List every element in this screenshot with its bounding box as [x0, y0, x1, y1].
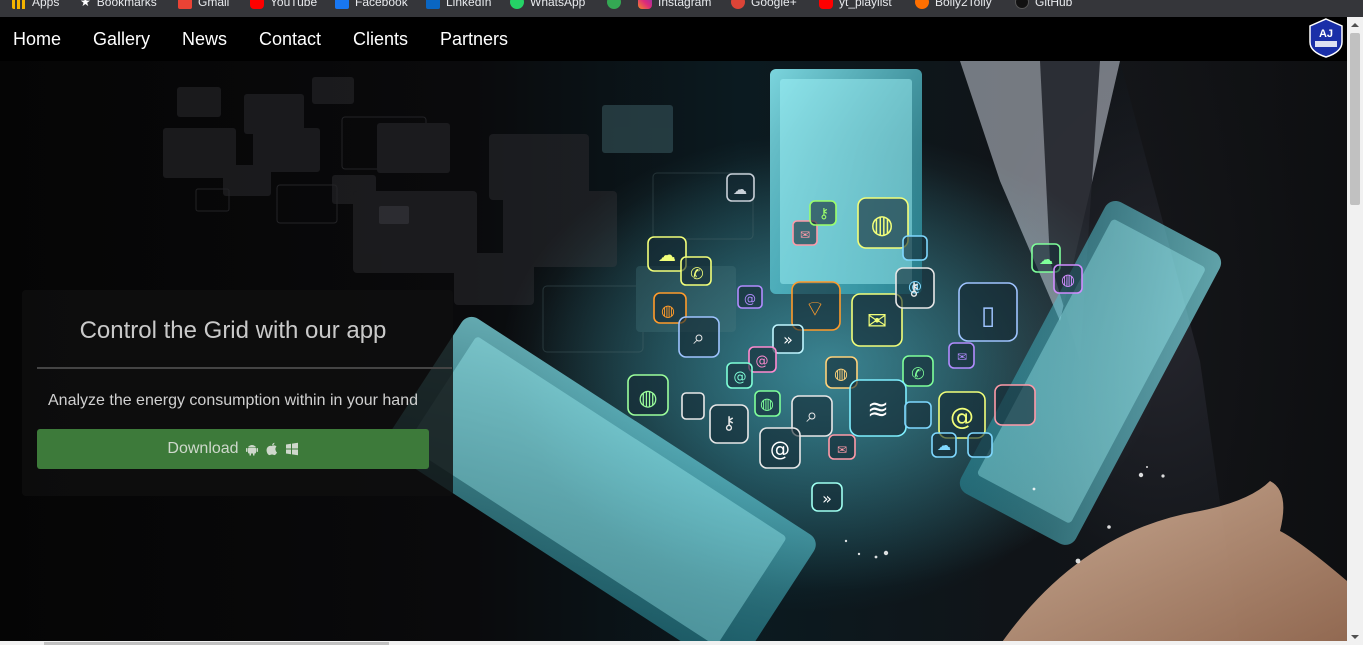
- download-button[interactable]: Download: [37, 429, 429, 469]
- green-circle-icon: [607, 0, 621, 9]
- svg-text:◍: ◍: [760, 394, 774, 413]
- svg-text:@: @: [744, 292, 756, 306]
- horizontal-scrollbar[interactable]: [0, 641, 1347, 645]
- hero-title: Control the Grid with our app: [79, 317, 387, 344]
- svg-text:@: @: [770, 437, 790, 461]
- svg-text:⚷: ⚷: [722, 413, 735, 434]
- download-label: Download: [167, 440, 239, 457]
- svg-text:»: »: [822, 489, 832, 508]
- youtube-icon: [819, 0, 833, 9]
- svg-text:✉: ✉: [837, 443, 847, 457]
- scroll-up-arrow-icon[interactable]: [1347, 17, 1363, 33]
- apple-icon: [266, 442, 277, 456]
- logo-text: AJ: [1319, 28, 1333, 40]
- svg-text:✆: ✆: [911, 364, 924, 383]
- star-icon: ★: [80, 0, 91, 9]
- svg-text:☁: ☁: [658, 245, 676, 266]
- svg-text:⌔: ⌔: [805, 297, 826, 322]
- bookmark-github[interactable]: GitHub: [1015, 0, 1072, 11]
- scroll-thumb[interactable]: [1350, 33, 1360, 205]
- svg-text:◍: ◍: [661, 301, 675, 320]
- svg-text:✉: ✉: [867, 307, 887, 335]
- facebook-icon: [335, 0, 349, 9]
- svg-text:≋: ≋: [867, 395, 889, 425]
- bookmark-whatsapp[interactable]: WhatsApp: [510, 0, 585, 11]
- bookmark-youtube[interactable]: YouTube: [250, 0, 317, 11]
- nav-news[interactable]: News: [182, 29, 227, 49]
- bookmark-google-plus[interactable]: Google+: [731, 0, 797, 11]
- android-icon: [245, 445, 258, 456]
- windows-icon: [285, 442, 298, 456]
- gmail-icon: [178, 0, 192, 9]
- whatsapp-icon: [510, 0, 524, 9]
- bookmark-apps[interactable]: Apps: [12, 0, 59, 11]
- nav-clients[interactable]: Clients: [353, 29, 408, 49]
- vertical-scrollbar[interactable]: [1347, 17, 1363, 645]
- card-divider: [37, 367, 452, 369]
- bookmark-facebook[interactable]: Facebook: [335, 0, 408, 11]
- svg-text:@: @: [950, 403, 974, 431]
- bookmark-linkedin[interactable]: LinkedIn: [426, 0, 491, 11]
- bookmark-unnamed[interactable]: [607, 0, 621, 11]
- svg-text:✉: ✉: [800, 228, 810, 242]
- bookmark-gmail[interactable]: Gmail: [178, 0, 229, 11]
- bolly-icon: [915, 0, 929, 9]
- svg-text:◍: ◍: [871, 210, 894, 240]
- bookmark-bolly2tolly[interactable]: Bolly2Tolly: [915, 0, 992, 11]
- nav-partners[interactable]: Partners: [440, 29, 508, 49]
- nav-contact[interactable]: Contact: [259, 29, 321, 49]
- nav-home[interactable]: Home: [13, 29, 61, 49]
- bookmark-instagram[interactable]: Instagram: [638, 0, 711, 11]
- bookmark-bookmarks[interactable]: ★ Bookmarks: [80, 0, 157, 11]
- tablet-top: [770, 69, 922, 294]
- instagram-icon: [638, 0, 652, 9]
- hero-subtitle: Analyze the energy consumption within in…: [48, 392, 418, 409]
- youtube-icon: [250, 0, 264, 9]
- svg-text:@: @: [734, 370, 747, 385]
- github-icon: [1015, 0, 1029, 9]
- hero-card: Control the Grid with our app Analyze th…: [22, 290, 453, 496]
- svg-text:⌕: ⌕: [693, 325, 704, 349]
- svg-text:@: @: [756, 354, 769, 369]
- apps-grid-icon: [12, 0, 26, 9]
- hero-section: ◍ ⌔ ✉ ▯ ≋ @ @ » » ⌕ ⌕ @ @ @ @ ◍ ◍ ◍ ◍ ◍ …: [0, 61, 1347, 645]
- linkedin-icon: [426, 0, 440, 9]
- svg-text:✆: ✆: [690, 264, 703, 283]
- site-logo[interactable]: AJ: [1308, 18, 1344, 58]
- svg-text:◍: ◍: [1061, 270, 1075, 289]
- svg-text:☁: ☁: [937, 438, 951, 454]
- svg-text:»: »: [783, 330, 793, 349]
- svg-text:☁: ☁: [733, 182, 747, 198]
- main-navbar: Home Gallery News Contact Clients Partne…: [0, 17, 1347, 61]
- bookmarks-bar: Apps ★ Bookmarks Gmail YouTube Facebook …: [0, 0, 1363, 17]
- svg-text:◍: ◍: [638, 386, 657, 411]
- bookmark-yt-playlist[interactable]: yt_playlist: [819, 0, 892, 11]
- svg-text:◍: ◍: [834, 364, 848, 383]
- svg-text:☁: ☁: [1039, 252, 1053, 268]
- svg-text:▯: ▯: [981, 301, 995, 331]
- nav-gallery[interactable]: Gallery: [93, 29, 150, 49]
- google-plus-icon: [731, 0, 745, 9]
- svg-text:✉: ✉: [957, 350, 967, 364]
- svg-text:⚷: ⚷: [907, 279, 920, 300]
- svg-text:⚷: ⚷: [819, 206, 829, 222]
- svg-text:⌕: ⌕: [806, 403, 817, 427]
- scroll-down-arrow-icon[interactable]: [1347, 629, 1363, 645]
